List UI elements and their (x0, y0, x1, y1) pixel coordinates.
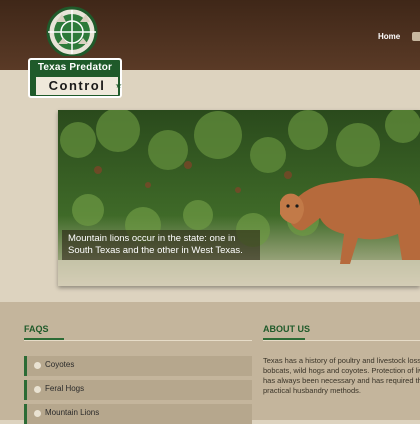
about-heading: ABOUT US (263, 324, 310, 334)
faq-item-feral-hogs[interactable]: Feral Hogs (24, 380, 252, 400)
logo-text-line1: Texas Predator (37, 62, 113, 73)
about-line: bobcats, wild hogs and coyotes. Protecti… (263, 366, 420, 375)
nav-next-item[interactable] (412, 32, 420, 41)
nav-home-link[interactable]: Home (378, 32, 400, 41)
bullet-icon (34, 362, 41, 369)
faq-label: Feral Hogs (45, 384, 85, 393)
logo-plate: Texas Predator ★ Control ★ (28, 58, 122, 98)
crosshair-emblem-icon (46, 6, 98, 56)
about-line: Texas has a history of poultry and lives… (263, 356, 420, 365)
faq-item-coyotes[interactable]: Coyotes (24, 356, 252, 376)
faq-label: Coyotes (45, 360, 75, 369)
about-divider (263, 340, 420, 341)
faq-item-mountain-lions[interactable]: Mountain Lions (24, 404, 252, 424)
hero-caption: Mountain lions occur in the state: one i… (62, 230, 260, 260)
bullet-icon (34, 410, 41, 417)
about-paragraph: Texas has a history of poultry and lives… (263, 356, 420, 396)
logo-text-line2: Control (36, 77, 118, 95)
star-icon: ★ (115, 81, 123, 90)
faqs-divider (24, 340, 252, 341)
site-logo[interactable]: Texas Predator ★ Control ★ (22, 0, 128, 100)
bullet-icon (34, 386, 41, 393)
faq-label: Mountain Lions (45, 408, 100, 417)
faqs-heading: FAQS (24, 324, 49, 334)
about-line: practical husbandry methods. (263, 386, 361, 395)
about-line: has always been necessary and has requir… (263, 376, 420, 385)
